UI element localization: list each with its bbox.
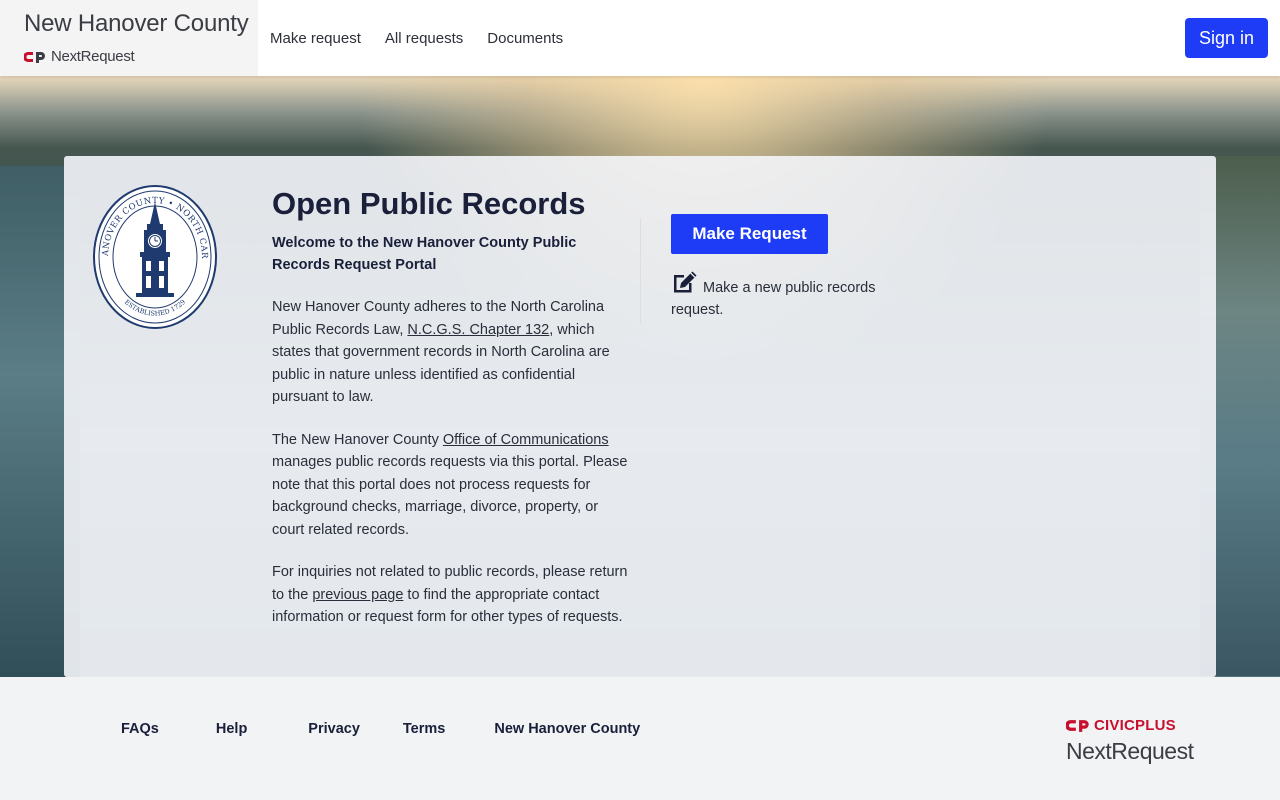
- civicplus-top: CIVICPLUS: [1066, 717, 1206, 734]
- make-request-panel: Make Request Make a new public records r…: [671, 214, 911, 321]
- footer-link-privacy[interactable]: Privacy: [308, 721, 360, 737]
- nav-all-requests[interactable]: All requests: [385, 30, 463, 47]
- para-text: manages public records requests via this…: [272, 454, 628, 538]
- footer-link-new-hanover-county[interactable]: New Hanover County: [494, 721, 640, 737]
- column-divider: [640, 218, 641, 324]
- county-seal-icon: NEW HANOVER COUNTY • NORTH CAROLINA ESTA…: [92, 184, 217, 329]
- intro-content: Open Public Records Welcome to the New H…: [272, 186, 632, 649]
- welcome-heading: Welcome to the New Hanover County Public…: [272, 235, 577, 273]
- nextrequest-logo: NextRequest: [24, 48, 258, 65]
- footer-link-help[interactable]: Help: [216, 721, 247, 737]
- nextrequest-footer-wordmark: NextRequest: [1066, 738, 1194, 764]
- intro-paragraph-office: The New Hanover County Office of Communi…: [272, 429, 632, 542]
- nextrequest-wordmark: NextRequest: [51, 48, 135, 65]
- civicplus-mark-icon: [1066, 720, 1089, 732]
- para-text: The New Hanover County: [272, 431, 443, 448]
- make-request-description: Make a new public records request.: [671, 270, 911, 321]
- brand-area[interactable]: New Hanover County NextRequest: [0, 0, 258, 76]
- footer-links: FAQs Help Privacy Terms New Hanover Coun…: [121, 721, 640, 737]
- civicplus-wordmark: CIVICPLUS: [1094, 717, 1176, 734]
- welcome-card: NEW HANOVER COUNTY • NORTH CAROLINA ESTA…: [64, 156, 1216, 677]
- edit-icon: [674, 271, 697, 293]
- office-of-communications-link[interactable]: Office of Communications: [443, 432, 609, 448]
- intro-paragraph-inquiries: For inquiries not related to public reco…: [272, 561, 632, 629]
- site-footer: FAQs Help Privacy Terms New Hanover Coun…: [0, 677, 1280, 800]
- sign-in-button[interactable]: Sign in: [1185, 18, 1268, 58]
- agency-title: New Hanover County: [24, 10, 249, 37]
- civicplus-mark-icon: [24, 51, 45, 63]
- civicplus-logo[interactable]: CIVICPLUS NextRequest: [1066, 717, 1206, 765]
- main-nav: Make request All requests Documents: [258, 0, 587, 76]
- intro-paragraph-law: New Hanover County adheres to the North …: [272, 296, 632, 409]
- page-title: Open Public Records: [272, 186, 586, 221]
- nav-make-request[interactable]: Make request: [270, 30, 361, 47]
- footer-link-terms[interactable]: Terms: [403, 721, 445, 737]
- top-header: New Hanover County NextRequest Make requ…: [0, 0, 1280, 76]
- footer-link-faqs[interactable]: FAQs: [121, 721, 159, 737]
- make-request-desc-text: Make a new public records request.: [671, 280, 876, 318]
- previous-page-link[interactable]: previous page: [312, 587, 403, 603]
- nav-documents[interactable]: Documents: [487, 30, 563, 47]
- ncgs-chapter-link[interactable]: N.C.G.S. Chapter 132: [407, 322, 549, 338]
- make-request-button[interactable]: Make Request: [671, 214, 828, 254]
